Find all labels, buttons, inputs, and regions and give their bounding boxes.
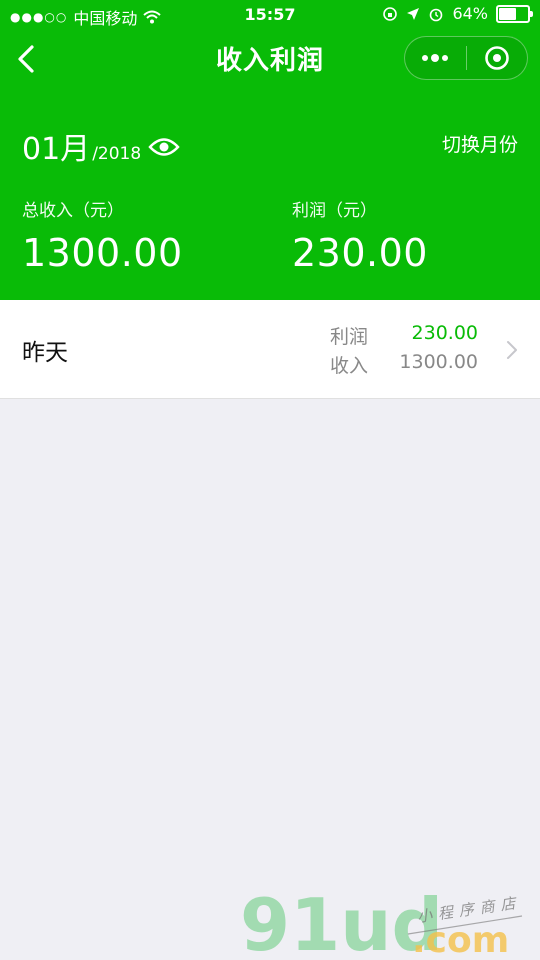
battery-cap <box>530 10 533 17</box>
list-item-profit-value: 230.00 <box>411 322 478 344</box>
total-income-stat: 总收入（元） 1300.00 <box>22 196 183 275</box>
total-income-label: 总收入（元） <box>22 201 124 221</box>
mini-program-capsule <box>404 36 528 80</box>
profit-value: 230.00 <box>292 231 428 275</box>
list-item-values: 利润 230.00 收入 1300.00 <box>330 322 478 380</box>
alarm-clock-icon <box>430 8 443 21</box>
rotation-lock-icon <box>383 6 398 21</box>
total-income-value: 1300.00 <box>22 231 183 275</box>
list-item-income-line: 收入 1300.00 <box>330 351 478 380</box>
battery-fill <box>499 7 516 20</box>
location-arrow-icon <box>407 7 420 20</box>
chevron-right-icon <box>507 341 517 359</box>
profit-stat: 利润（元） 230.00 <box>292 196 428 275</box>
list-item-title: 昨天 <box>22 340 68 366</box>
status-bar: ●●●○○ 中国移动 15:57 64% <box>0 0 540 30</box>
month-display: 01月 /2018 <box>22 124 141 168</box>
more-menu-button[interactable] <box>405 37 466 79</box>
watermark-logo: 91ud .com 小程序商店 <box>240 883 523 960</box>
list-item-profit-line: 利润 230.00 <box>330 322 478 351</box>
site-watermark: 91ud .com 小程序商店 <box>240 883 530 960</box>
profit-label: 利润（元） <box>292 201 377 221</box>
status-right: 64% <box>382 4 533 23</box>
year-label: /2018 <box>92 144 142 164</box>
list-item-income-value: 1300.00 <box>399 351 478 373</box>
battery-icon <box>496 4 533 23</box>
summary-header: ●●●○○ 中国移动 15:57 64% 收入利润 01月 /2018 切换月份… <box>0 0 540 300</box>
battery-percent: 64% <box>452 4 488 23</box>
switch-month-button[interactable]: 切换月份 <box>442 130 518 157</box>
more-dots-icon <box>422 54 449 62</box>
list-item-profit-label: 利润 <box>330 326 369 348</box>
list-item-income-label: 收入 <box>330 355 369 377</box>
close-mini-program-button[interactable] <box>467 37 528 79</box>
target-circle-icon <box>484 46 509 70</box>
month-label: 01月 <box>22 132 91 167</box>
eye-icon[interactable] <box>148 136 180 158</box>
list-item[interactable]: 昨天 利润 230.00 收入 1300.00 <box>0 300 540 399</box>
